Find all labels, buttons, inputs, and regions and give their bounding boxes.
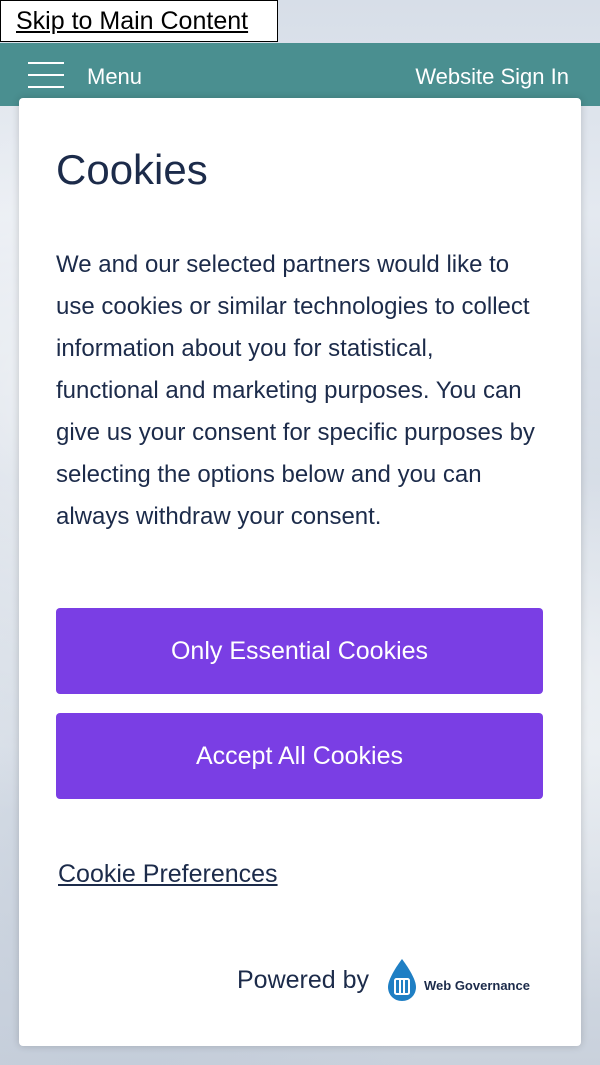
only-essential-cookies-button[interactable]: Only Essential Cookies bbox=[56, 608, 543, 694]
website-sign-in-link[interactable]: Website Sign In bbox=[415, 64, 569, 90]
skip-to-main-content-link[interactable]: Skip to Main Content bbox=[0, 0, 278, 42]
menu-button[interactable]: Menu bbox=[87, 64, 142, 90]
top-navigation-bar: Menu Website Sign In bbox=[0, 43, 600, 106]
powered-by-label: Powered by bbox=[237, 966, 370, 994]
accept-all-cookies-button[interactable]: Accept All Cookies bbox=[56, 713, 543, 799]
skip-link-label: Skip to Main Content bbox=[16, 7, 249, 35]
powered-by-footer: Powered by Web Governance bbox=[237, 959, 549, 1004]
hamburger-icon[interactable] bbox=[28, 62, 64, 88]
water-drop-logo-icon bbox=[388, 959, 416, 1001]
vendor-name: Web Governance bbox=[424, 978, 530, 993]
cookie-consent-dialog: Cookies We and our selected partners wou… bbox=[19, 98, 581, 1046]
cookie-dialog-title: Cookies bbox=[56, 146, 208, 193]
cookie-dialog-description: We and our selected partners would like … bbox=[56, 251, 535, 530]
cookie-preferences-link[interactable]: Cookie Preferences bbox=[58, 860, 278, 889]
